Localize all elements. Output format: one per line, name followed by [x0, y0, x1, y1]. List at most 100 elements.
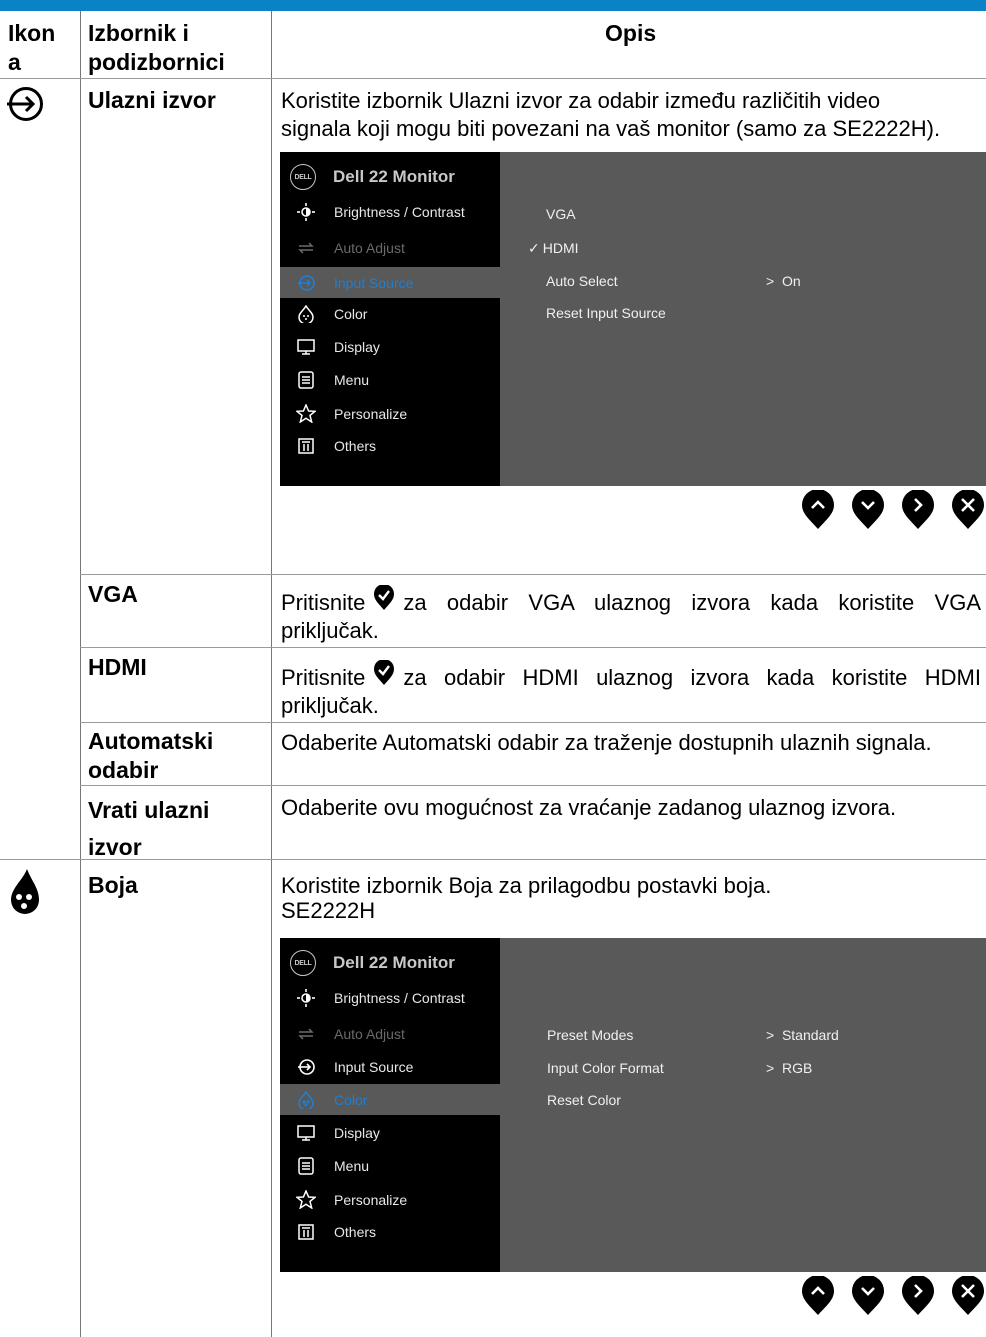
- osd-option-input-color-format[interactable]: Input Color Format: [547, 1060, 664, 1076]
- down-arrow-icon[interactable]: [851, 1276, 885, 1316]
- exit-icon[interactable]: [951, 1276, 985, 1316]
- select-button-icon: [374, 585, 395, 610]
- top-accent-bar: [0, 0, 986, 11]
- others-icon: [295, 437, 317, 454]
- osd-item-display[interactable]: Display: [280, 331, 500, 362]
- osd-item-label: Display: [334, 338, 380, 355]
- desc-text: priključak.: [281, 618, 379, 643]
- auto-adjust-icon: [295, 240, 317, 256]
- checkmark-icon: ✓: [528, 240, 540, 256]
- osd-option-reset-color[interactable]: Reset Color: [547, 1092, 621, 1108]
- dell-logo: DELL: [290, 950, 316, 976]
- row-divider: [80, 722, 986, 723]
- osd-option-label: HDMI: [542, 240, 579, 256]
- osd-item-label: Menu: [334, 1157, 370, 1174]
- star-icon: [295, 404, 317, 423]
- others-icon: [295, 1223, 317, 1240]
- osd-menu-panel: DELL Dell 22 Monitor Brightness / Contra…: [280, 152, 500, 486]
- osd-item-auto-adjust[interactable]: Auto Adjust: [280, 232, 500, 263]
- osd-item-label: Brightness / Contrast: [334, 203, 465, 220]
- osd-item-label: Menu: [334, 371, 370, 388]
- osd-item-display[interactable]: Display: [280, 1117, 500, 1148]
- menu-icon: [295, 370, 317, 389]
- up-arrow-icon[interactable]: [801, 1276, 835, 1316]
- osd-item-auto-adjust[interactable]: Auto Adjust: [280, 1018, 500, 1049]
- input-source-icon: [295, 1058, 317, 1076]
- input-source-description: Koristite izbornik Ulazni izvor za odabi…: [281, 87, 981, 143]
- name-line: izvor: [88, 834, 142, 860]
- desc-text: Pritisnite: [281, 590, 366, 615]
- osd-menu-panel: DELL Dell 22 Monitor Brightness / Contra…: [280, 938, 500, 1272]
- menu-name-vga: VGA: [88, 581, 138, 607]
- col-divider-2: [271, 11, 272, 1337]
- osd-item-label: Personalize: [334, 405, 408, 422]
- desc-line: Koristite izbornik Boja za prilagodbu po…: [281, 873, 772, 898]
- osd-option-hdmi[interactable]: ✓ HDMI: [528, 240, 579, 257]
- up-arrow-icon[interactable]: [801, 490, 835, 530]
- down-arrow-icon[interactable]: [851, 490, 885, 530]
- osd-item-input-source[interactable]: Input Source: [280, 267, 500, 298]
- color-drop-icon: [9, 868, 41, 916]
- osd-item-brightness[interactable]: Brightness / Contrast: [280, 196, 500, 227]
- osd-item-menu[interactable]: Menu: [280, 1150, 500, 1181]
- display-icon: [295, 1124, 317, 1142]
- osd-item-label: Personalize: [334, 1191, 408, 1208]
- osd-model-title: Dell 22 Monitor: [333, 167, 455, 186]
- osd-item-label: Auto Adjust: [334, 239, 405, 256]
- osd-input-source-screenshot: DELL Dell 22 Monitor Brightness / Contra…: [280, 152, 986, 486]
- brightness-icon: [295, 988, 317, 1007]
- hdmi-description: Pritisnite za odabir HDMI ulaznog izvora…: [281, 660, 981, 720]
- osd-brand: DELL Dell 22 Monitor: [290, 950, 455, 976]
- osd-item-color[interactable]: Color: [280, 1084, 500, 1115]
- color-description: Koristite izbornik Boja za prilagodbu po…: [281, 873, 981, 923]
- osd-item-others[interactable]: Others: [280, 1216, 500, 1247]
- header-icon-line1: Ikon: [8, 20, 56, 46]
- osd-brand: DELL Dell 22 Monitor: [290, 164, 455, 190]
- osd-item-personalize[interactable]: Personalize: [280, 398, 500, 429]
- osd-item-label: Color: [334, 1091, 368, 1108]
- desc-line: signala koji mogu biti povezani na vaš m…: [281, 116, 941, 141]
- input-source-icon: [295, 274, 317, 292]
- osd-option-auto-select[interactable]: Auto Select: [546, 273, 618, 289]
- brightness-icon: [295, 202, 317, 221]
- osd-item-color[interactable]: Color: [280, 298, 500, 329]
- osd-option-label: VGA: [546, 206, 576, 222]
- right-arrow-icon[interactable]: [901, 1276, 935, 1316]
- osd-item-others[interactable]: Others: [280, 430, 500, 461]
- osd-option-preset-modes-value: > Standard: [766, 1027, 839, 1043]
- header-description: Opis: [605, 20, 657, 46]
- star-icon: [295, 1190, 317, 1209]
- osd-option-vga[interactable]: VGA: [546, 206, 576, 222]
- color-icon: [295, 1090, 317, 1109]
- osd-item-personalize[interactable]: Personalize: [280, 1184, 500, 1215]
- osd-color-screenshot: DELL Dell 22 Monitor Brightness / Contra…: [280, 938, 986, 1272]
- menu-icon: [295, 1156, 317, 1175]
- menu-name-reset-input: Vrati ulazni izvor: [88, 792, 209, 866]
- menu-name-input-source: Ulazni izvor: [88, 87, 216, 113]
- osd-item-label: Brightness / Contrast: [334, 989, 465, 1006]
- header-icon: Ikon a: [8, 19, 55, 77]
- name-line: Vrati ulazni: [88, 797, 210, 823]
- osd-item-brightness[interactable]: Brightness / Contrast: [280, 982, 500, 1013]
- osd-item-label: Color: [334, 305, 368, 322]
- osd-option-reset-input[interactable]: Reset Input Source: [546, 305, 666, 321]
- row-divider: [80, 785, 986, 786]
- exit-icon[interactable]: [951, 490, 985, 530]
- osd-item-input-source[interactable]: Input Source: [280, 1051, 500, 1082]
- header-menu: Izbornik i podizbornici: [88, 19, 225, 77]
- osd-item-label: Input Source: [334, 274, 414, 291]
- osd-option-label: Reset Input Source: [546, 305, 666, 321]
- right-arrow-icon[interactable]: [901, 490, 935, 530]
- header-icon-line2: a: [8, 49, 21, 75]
- desc-line: SE2222H: [281, 898, 376, 923]
- menu-name-color: Boja: [88, 872, 138, 898]
- menu-name-hdmi: HDMI: [88, 654, 147, 680]
- auto-select-description: Odaberite Automatski odabir za traženje …: [281, 730, 932, 755]
- osd-option-label: Auto Select: [546, 273, 618, 289]
- input-source-icon: [5, 86, 45, 122]
- osd-item-menu[interactable]: Menu: [280, 364, 500, 395]
- color-icon: [295, 304, 317, 323]
- osd-option-preset-modes[interactable]: Preset Modes: [547, 1027, 633, 1043]
- osd-option-input-color-format-value: > RGB: [766, 1060, 813, 1076]
- dell-logo: DELL: [290, 164, 316, 190]
